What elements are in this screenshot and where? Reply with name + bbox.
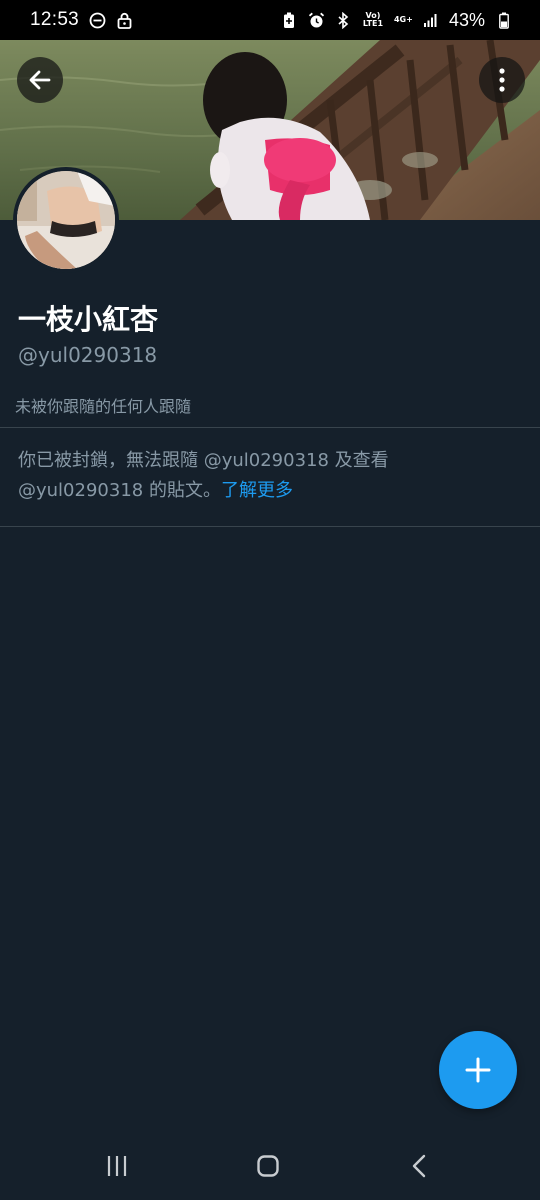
profile-handle: @yul0290318 [18,343,158,367]
more-vertical-icon [499,68,505,92]
battery-saver-icon [281,12,298,29]
home-button[interactable] [248,1150,288,1182]
blocked-notice: 你已被封鎖，無法跟隨 @yul0290318 及查看 @yul0290318 的… [18,446,518,506]
signal-icon [422,12,439,29]
display-name: 一枝小紅杏 [18,303,159,336]
back-nav-button[interactable] [400,1150,440,1182]
do-not-disturb-icon [89,12,106,29]
blocked-message: 你已被封鎖，無法跟隨 @yul0290318 及查看 @yul0290318 的… [18,450,389,501]
compose-button[interactable] [439,1031,517,1109]
battery-percentage: 43% [448,9,485,30]
status-time: 12:53 [30,9,80,30]
avatar-photo [17,171,115,269]
alarm-icon [308,12,325,29]
divider [0,526,540,527]
lock-icon [116,12,133,29]
volte-label: Vo) LTE1 [362,11,384,28]
battery-icon [495,12,512,29]
avatar[interactable] [13,167,119,273]
plus-icon [465,1057,491,1083]
system-navigation-bar [0,1130,540,1200]
bluetooth-icon [335,11,352,29]
back-icon [412,1154,426,1178]
more-options-button[interactable] [479,57,525,103]
network-type-label: 4G+ [393,15,413,24]
status-bar: 12:53 Vo) LTE1 4G+ 43% [0,0,540,40]
recent-apps-button[interactable] [97,1150,137,1182]
arrow-left-icon [29,70,51,90]
back-button[interactable] [17,57,63,103]
divider [0,427,540,428]
status-bar-right: Vo) LTE1 4G+ 43% [281,10,512,31]
learn-more-link[interactable]: 了解更多 [221,480,293,501]
status-bar-left: 12:53 [30,9,133,31]
profile-screen: 12:53 Vo) LTE1 4G+ 43% 一枝小紅杏 @yul0290318… [0,0,540,1200]
home-icon [257,1155,279,1177]
recent-apps-icon [107,1156,127,1176]
followers-you-know[interactable]: 未被你跟隨的任何人跟隨 [15,393,191,417]
